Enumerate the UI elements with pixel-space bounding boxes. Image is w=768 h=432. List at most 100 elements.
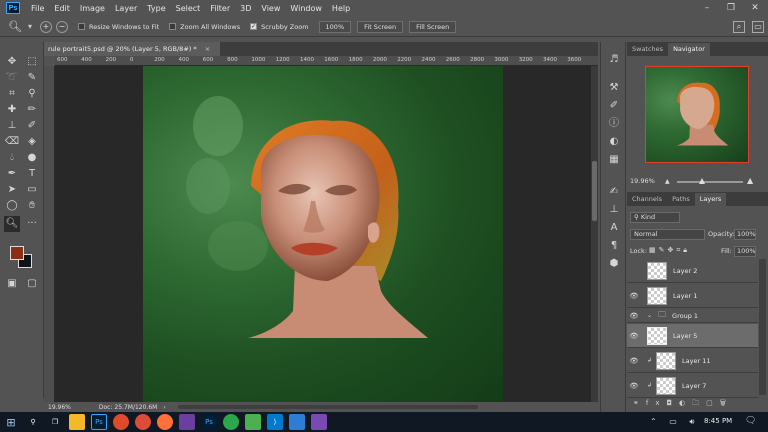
status-zoom[interactable]: 19.96% [48,404,71,411]
scroll-thumb[interactable] [592,161,597,221]
canvas-area[interactable] [55,66,591,402]
layers-footer-icons[interactable]: ⚭fx◘◐🗀▢🗑 [633,399,761,410]
horizontal-scrollbar[interactable] [178,405,478,409]
healing-brush-icon[interactable]: ✚ [4,102,20,118]
marquee-tool-icon[interactable]: ⬚ [24,54,40,70]
brush-settings-icon[interactable]: ✍ [606,184,622,200]
pen-tool-icon[interactable]: ✒ [4,166,20,182]
foreground-color-swatch[interactable] [10,246,24,260]
layer-row[interactable]: 👁︎ Layer 1 [627,284,758,308]
menu-view[interactable]: View [256,4,285,13]
chevron-down-icon[interactable]: ▾ [28,22,32,31]
windows-start-icon[interactable]: ⊞ [3,414,19,430]
eyedropper-tool-icon[interactable]: ⚲ [24,86,40,102]
vscode-icon[interactable]: ⟩ [267,414,283,430]
app-icon[interactable] [179,414,195,430]
task-view-icon[interactable]: ❐ [47,414,63,430]
resize-windows-checkbox[interactable]: Resize Windows to Fit [77,23,159,31]
layer-name[interactable]: Layer 11 [682,357,710,365]
menu-window[interactable]: Window [285,4,327,13]
layers-scrollbar[interactable] [759,259,766,395]
crop-tool-icon[interactable]: ⌗ [4,86,20,102]
chevron-down-icon[interactable]: ⌄ [647,312,652,319]
notifications-icon[interactable]: 🗨 [745,416,756,426]
zoom-out-icon[interactable]: − [55,20,68,33]
zoom-all-checkbox[interactable]: Zoom All Windows [169,23,240,31]
document-tab[interactable]: rule portrait5.psd @ 20% (Layer 5, RGB/8… [44,42,220,56]
app-icon-green-2[interactable] [245,414,261,430]
menu-type[interactable]: Type [142,4,170,13]
clone-source-icon[interactable]: ⊥ [606,202,622,218]
photoshop-taskbar-icon[interactable]: Ps [91,414,107,430]
3d-panel-icon[interactable]: ⬢ [606,256,622,272]
artboard[interactable] [143,66,503,402]
menu-3d[interactable]: 3D [235,4,256,13]
tab-channels[interactable]: Channels [627,193,667,206]
layer-row[interactable]: 👁︎ ↲ Layer 7 [627,374,758,398]
taskbar-clock[interactable]: 8:45 PM [704,417,732,425]
layer-row-selected[interactable]: 👁︎ Layer 5 [627,324,758,348]
history-panel-icon[interactable]: ♬ [606,52,622,68]
menu-file[interactable]: File [26,4,49,13]
zoom-in-icon[interactable]: + [39,20,52,33]
tab-swatches[interactable]: Swatches [627,43,668,56]
paint-bucket-icon[interactable]: ◈ [24,134,40,150]
brush-presets-icon[interactable]: ✐ [606,98,622,114]
lasso-tool-icon[interactable]: ➰ [4,70,20,86]
history-brush-icon[interactable]: ✐ [24,118,40,134]
chevron-right-icon[interactable]: › [163,404,165,411]
app-icon-purple[interactable] [311,414,327,430]
adjustments-icon[interactable]: ◐ [606,134,622,150]
eye-icon[interactable]: 👁︎ [627,312,641,320]
firefox-icon[interactable] [157,414,173,430]
tools-presets-icon[interactable]: ⚒ [606,80,622,96]
paragraph-icon[interactable]: ¶ [606,238,622,254]
layer-name[interactable]: Layer 2 [673,267,697,275]
clone-stamp-icon[interactable]: ⊥ [4,118,20,134]
tab-navigator[interactable]: Navigator [668,43,710,56]
eye-icon[interactable]: 👁︎ [627,332,641,340]
status-doc-info[interactable]: Doc: 25.7M/120.6M [99,404,157,411]
menu-edit[interactable]: Edit [49,4,75,13]
minimize-icon[interactable]: – [696,2,718,14]
menu-layer[interactable]: Layer [110,4,142,13]
zoom-in-icon[interactable]: ▲ [747,176,753,185]
navigator-zoom-value[interactable]: 19.96% [630,177,655,185]
lock-icons[interactable]: ▦✎✥⌗🔒︎ [649,246,690,255]
quick-select-tool-icon[interactable]: ✎ [24,70,40,86]
menu-select[interactable]: Select [171,4,206,13]
tab-paths[interactable]: Paths [667,193,695,206]
maximize-icon[interactable]: ❐ [720,2,742,14]
type-tool-icon[interactable]: T [24,166,40,182]
zoom-out-icon[interactable]: ▲ [665,178,670,185]
screen-mode-icon[interactable]: ▢ [24,276,40,292]
character-icon[interactable]: A [606,220,622,236]
zoom-percent-button[interactable]: 100% [318,20,352,33]
navigator-zoom-slider[interactable] [677,178,743,184]
menu-filter[interactable]: Filter [205,4,235,13]
rectangle-tool-icon[interactable]: ▭ [24,182,40,198]
styles-icon[interactable]: ▦ [606,152,622,168]
move-tool-icon[interactable]: ✥ [4,54,20,70]
eraser-tool-icon[interactable]: ⌫ [4,134,20,150]
ellipse-tool-icon[interactable]: ◯ [4,198,20,214]
menu-help[interactable]: Help [327,4,355,13]
browser-icon[interactable] [113,414,129,430]
layer-row[interactable]: 👁︎ ↲ Layer 11 [627,349,758,373]
more-tools-icon[interactable]: ··· [24,216,40,232]
workspace-icon[interactable]: ▭ [752,21,764,33]
path-select-icon[interactable]: ➤ [4,182,20,198]
close-tab-icon[interactable]: × [205,45,210,53]
eye-icon[interactable]: 👁︎ [627,357,641,365]
vertical-scrollbar[interactable] [591,66,598,402]
eye-icon[interactable]: 👁︎ [627,382,641,390]
chrome-icon[interactable] [135,414,151,430]
blur-tool-icon[interactable]: 💧︎ [4,150,20,166]
layer-name[interactable]: Layer 5 [673,332,697,340]
eye-icon[interactable]: 👁︎ [627,292,641,300]
search-icon[interactable]: ⌕ [733,21,745,33]
fit-screen-button[interactable]: Fit Screen [357,20,404,33]
navigator-preview[interactable] [645,66,749,163]
group-name[interactable]: Group 1 [672,312,698,320]
opacity-field[interactable]: 100% [734,229,756,240]
